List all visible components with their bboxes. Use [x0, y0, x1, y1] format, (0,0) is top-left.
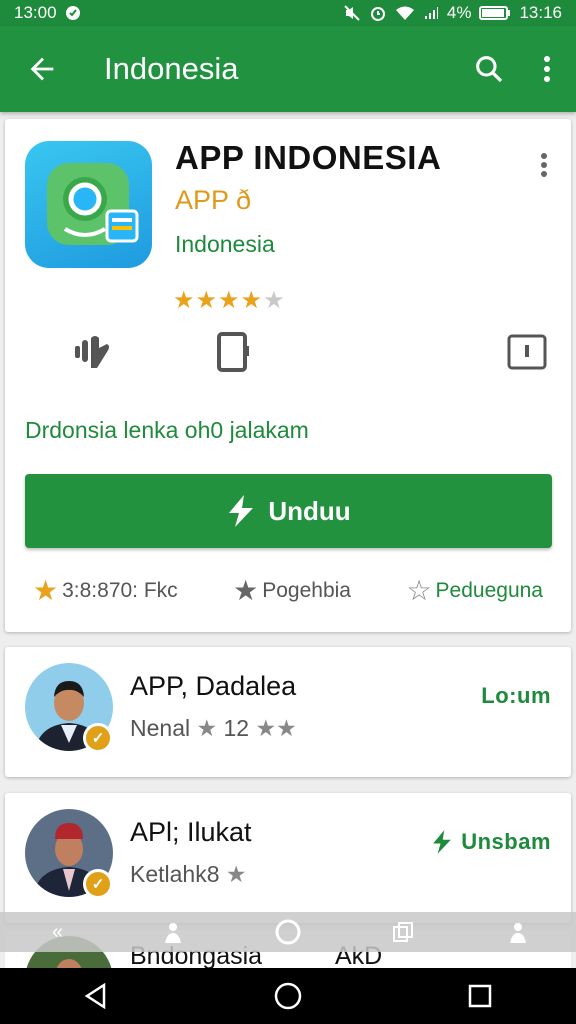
- more-vert-icon: [541, 153, 547, 177]
- app-description: Drdonsia lenka oh0 jalakam: [25, 417, 309, 443]
- verified-badge-icon: ✓: [83, 869, 113, 899]
- info-rating-label: Pogehbia: [262, 579, 351, 602]
- flash-icon: [229, 495, 254, 527]
- star-icon: ★: [33, 575, 59, 606]
- circle-home-icon: [274, 982, 302, 1010]
- back-button[interactable]: [0, 26, 84, 112]
- nav-home-button[interactable]: [258, 968, 318, 1024]
- system-nav-bar: [0, 968, 576, 1024]
- star-icon: ★: [195, 287, 218, 314]
- app-developer[interactable]: APP ð: [175, 185, 251, 216]
- reviewer-name: APP, Dadalea: [130, 671, 297, 701]
- review-card[interactable]: ✓ APl; Ilukat Ketlahk8 ★ Unsbam: [5, 793, 571, 923]
- star-icon: ★★: [255, 715, 297, 741]
- info-users-label: Pedueguna: [435, 579, 543, 602]
- star-icon: ★: [233, 575, 259, 606]
- feature-hand-icon: [67, 324, 123, 380]
- alarm-icon: [369, 4, 387, 22]
- star-icon: ★: [218, 287, 240, 314]
- battery-percent: 4%: [446, 3, 472, 22]
- arrow-back-icon: [30, 57, 54, 81]
- review-card[interactable]: ✓ APP, Dadalea Nenal ★ 12 ★★ Lo:um: [5, 647, 571, 777]
- nav-recents-button[interactable]: [450, 968, 510, 1024]
- search-icon: [476, 56, 503, 83]
- square-recents-icon: [468, 984, 492, 1008]
- install-button[interactable]: Unduu: [25, 474, 552, 548]
- verified-badge-icon: ✓: [83, 723, 113, 753]
- feature-tablet-icon: [499, 324, 555, 380]
- mute-icon: [343, 4, 361, 22]
- info-downloads-label: 3:8:870: Fkc: [62, 579, 178, 602]
- reviewer-name: APl; Ilukat: [130, 817, 252, 847]
- search-button[interactable]: [460, 26, 518, 112]
- review-action-label: Lo:um: [481, 683, 551, 708]
- star-icon: ★: [240, 287, 263, 314]
- review-action-button[interactable]: Lo:um: [481, 683, 551, 709]
- review-action-label: Unsbam: [461, 829, 551, 854]
- star-icon: ★: [263, 287, 285, 314]
- reviewer-meta-text: Nenal: [130, 715, 191, 741]
- profile-icon[interactable]: [498, 916, 538, 948]
- feature-device-icon: [205, 324, 261, 380]
- app-details-card: APP INDONESIA APP ð Indonesia ★ ★ ★ ★ ★ Drdo…: [5, 119, 571, 632]
- person-icon[interactable]: [153, 916, 193, 948]
- double-chevron-left-icon[interactable]: «: [38, 916, 78, 948]
- star-icon: ★: [225, 861, 247, 887]
- app-icon[interactable]: [25, 141, 152, 268]
- wifi-icon: [395, 5, 415, 21]
- app-category[interactable]: Indonesia: [175, 231, 275, 258]
- notification-icon: [65, 5, 81, 21]
- info-rating[interactable]: ★ Pogehbia: [233, 577, 351, 605]
- card-menu-button[interactable]: [529, 145, 559, 185]
- star-icon: ★: [196, 715, 218, 741]
- status-bar: 13:00 4% 13:16: [0, 0, 576, 26]
- app-name: APP INDONESIA: [175, 139, 442, 176]
- star-outline-icon: ☆: [406, 575, 432, 606]
- copy-icon[interactable]: [383, 916, 423, 948]
- info-row: ★ 3:8:870: Fkc ★ Pogehbia ☆ Pedueguna: [5, 569, 571, 613]
- info-downloads[interactable]: ★ 3:8:870: Fkc: [33, 577, 178, 605]
- flash-icon: [433, 830, 452, 854]
- battery-icon: [479, 5, 511, 21]
- reviewer-meta-count: 12: [223, 715, 250, 741]
- info-users[interactable]: ☆ Pedueguna: [406, 577, 543, 605]
- signal-icon: [423, 5, 439, 21]
- review-action-button[interactable]: Unsbam: [431, 829, 551, 855]
- app-bar: Indonesia: [0, 26, 576, 112]
- reviewer-meta: Ketlahk8 ★: [130, 861, 247, 888]
- circle-button-icon[interactable]: [268, 916, 308, 948]
- status-time-left: 13:00: [14, 3, 57, 22]
- more-vert-icon: [544, 56, 550, 82]
- reviewer-meta-text: Ketlahk8: [130, 861, 220, 887]
- install-label: Unduu: [268, 495, 351, 526]
- triangle-back-icon: [84, 982, 106, 1010]
- status-time-right: 13:16: [519, 3, 562, 22]
- app-rating-stars: ★ ★ ★ ★ ★: [173, 289, 285, 313]
- overlay-tab-bar: «: [0, 912, 576, 952]
- reviewer-meta: Nenal ★ 12 ★★: [130, 715, 297, 742]
- page-title: Indonesia: [104, 51, 239, 86]
- nav-back-button[interactable]: [66, 968, 126, 1024]
- overflow-menu-button[interactable]: [518, 26, 576, 112]
- star-icon: ★: [173, 287, 195, 314]
